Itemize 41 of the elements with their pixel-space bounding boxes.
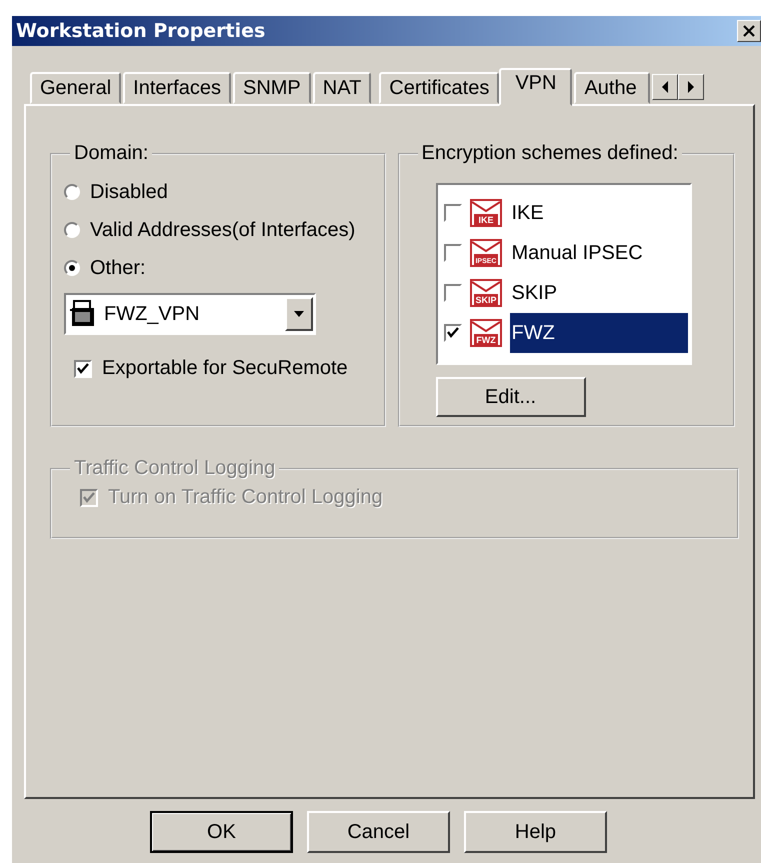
dialog-button[interactable]: Cancel (307, 811, 450, 853)
close-icon (742, 25, 756, 37)
checkbox-label[interactable]: Exportable for SecuRemote (102, 357, 348, 380)
tab[interactable]: General (30, 72, 122, 104)
scroll-right-button[interactable] (678, 74, 704, 100)
list-item[interactable]: IKE (510, 193, 688, 233)
window-title: Workstation Properties (16, 20, 266, 42)
checkbox-label: Turn on Traffic Control Logging (108, 486, 383, 509)
edit-button[interactable]: Edit... (436, 377, 586, 417)
dropdown[interactable]: FWZ_VPN (64, 293, 316, 335)
envelope-icon: FWZ (470, 318, 502, 348)
group-title: Domain: (74, 142, 148, 164)
group-title: Traffic Control Logging (74, 457, 276, 479)
tab[interactable]: NAT (312, 72, 372, 104)
list-item[interactable]: Manual IPSEC (510, 233, 688, 273)
tab[interactable]: Authe (574, 72, 650, 104)
tab[interactable]: Interfaces (123, 72, 231, 104)
envelope-icon: SKIP (470, 278, 502, 308)
close-button[interactable] (737, 20, 761, 42)
radio-label[interactable]: Valid Addresses(of Interfaces) (90, 218, 356, 242)
caret-icon (294, 311, 304, 317)
printer-icon (70, 300, 96, 328)
right-arrow-icon (687, 81, 696, 93)
checkbox[interactable] (74, 360, 92, 378)
list-item[interactable]: SKIP (510, 273, 688, 313)
radio-label[interactable]: Other: (90, 256, 146, 280)
dialog-button[interactable]: OK (150, 811, 293, 853)
tab[interactable]: SNMP (232, 72, 311, 104)
dropdown-value: FWZ_VPN (104, 302, 201, 326)
tab[interactable]: Certificates (379, 72, 500, 104)
tab[interactable]: VPN (499, 68, 572, 106)
dialog-button[interactable]: Help (464, 811, 607, 853)
scroll-left-button[interactable] (652, 74, 678, 100)
group-title: Encryption schemes defined: (422, 142, 678, 164)
left-arrow-icon (661, 81, 670, 93)
radio-button[interactable] (64, 260, 80, 276)
list-item[interactable]: FWZ (510, 313, 688, 353)
envelope-icon: IKE (470, 198, 502, 228)
radio-button[interactable] (64, 222, 80, 238)
radio-label[interactable]: Disabled (90, 180, 168, 204)
radio-button[interactable] (64, 184, 80, 200)
